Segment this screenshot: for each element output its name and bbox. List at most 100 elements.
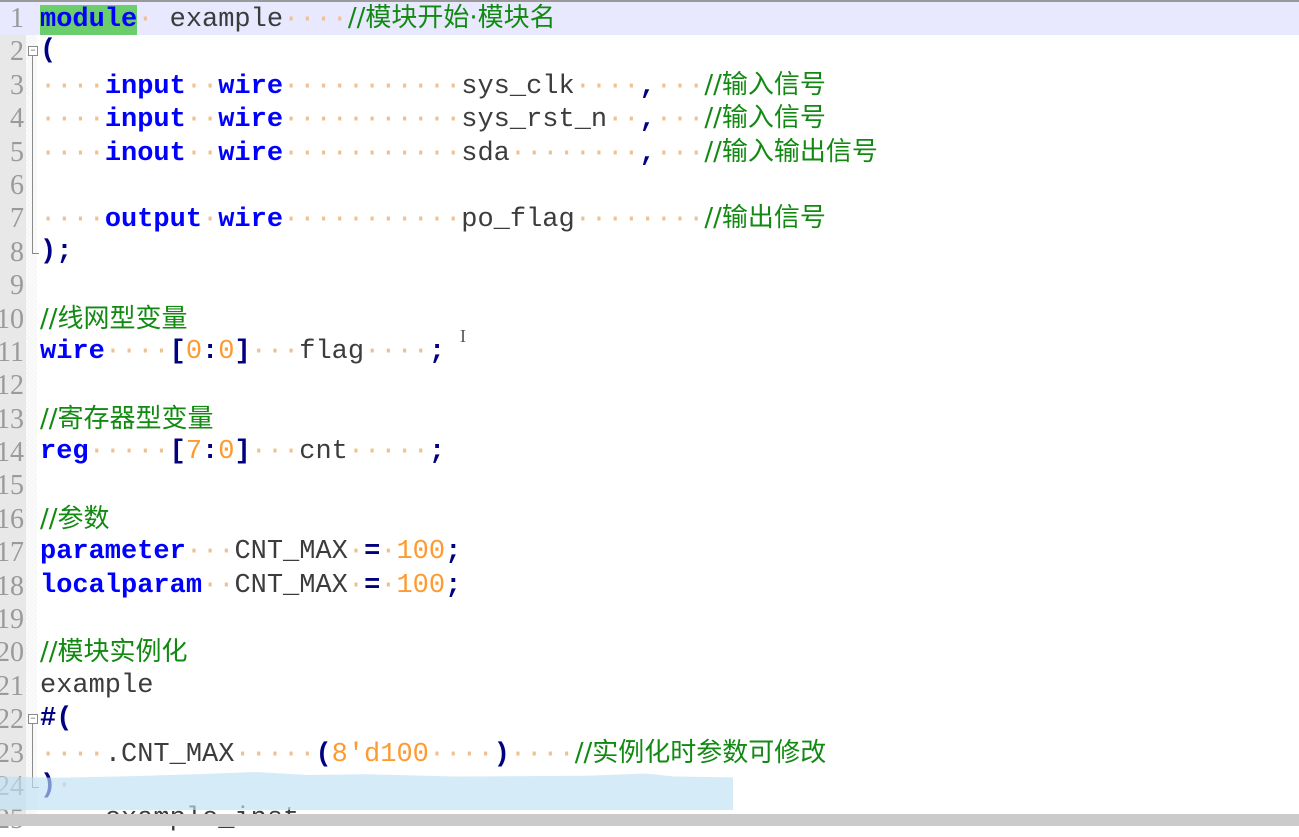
line-number: 14 [0, 437, 24, 469]
code-line[interactable]: 5 ····inout··wire···········sda········,·… [0, 135, 1299, 169]
code-line[interactable]: 9 [0, 269, 1299, 302]
line-number: 17 [0, 537, 24, 569]
whitespace-marker: ···· [574, 71, 640, 102]
operator-token: ; [445, 570, 462, 601]
whitespace-marker: ··· [655, 138, 705, 169]
code-line[interactable]: 13 //寄存器型变量 [0, 403, 1299, 436]
code-line[interactable]: 8); [0, 235, 1299, 269]
code-line[interactable]: 14 reg·····[7:0]···cnt·····; [0, 436, 1299, 469]
keyword-token: output [104, 205, 203, 236]
identifier-token: CNT_MAX [234, 537, 348, 568]
operator-token: = [364, 570, 381, 601]
operator-token: ] [234, 336, 251, 367]
code-line[interactable]: 19 [0, 603, 1299, 636]
line-code: module· example····//模块开始·模块名 [40, 2, 556, 37]
fold-line [28, 68, 38, 103]
operator-token: [ [169, 336, 186, 367]
identifier-token: sys_clk [461, 71, 575, 102]
whitespace-marker: ···· [40, 205, 105, 236]
operator-token: : [202, 437, 219, 468]
comment-token: //模块开始·模块名 [347, 3, 556, 33]
keyword-token: input [104, 71, 186, 102]
line-number: 8 [10, 236, 24, 268]
fold-toggle-icon[interactable]: − [28, 35, 38, 76]
line-number: 12 [0, 370, 24, 402]
horizontal-scrollbar[interactable] [0, 814, 1299, 826]
fold-line [28, 102, 38, 136]
line-number: 19 [0, 604, 24, 636]
whitespace-marker: ·· [607, 105, 640, 136]
number-token: 100 [396, 570, 446, 601]
line-number: 5 [10, 136, 24, 168]
comment-token: //模块实例化 [40, 637, 188, 668]
whitespace-marker: ···· [104, 336, 170, 367]
line-code: wire····[0:0]···flag····; [40, 336, 445, 369]
operator-token: ); [40, 236, 73, 267]
code-line[interactable]: 2−( [0, 35, 1299, 76]
line-number: 13 [0, 403, 24, 435]
code-line[interactable]: 4 ····input··wire···········sys_rst_n··,·… [0, 102, 1299, 136]
code-line[interactable]: 11 wire····[0:0]···flag····; [0, 336, 1299, 369]
whitespace-marker: ···· [509, 739, 575, 770]
fold-end-marker [28, 235, 39, 269]
number-token: 7 [185, 437, 203, 468]
code-line[interactable]: 3 ····input··wire···········sys_clk····,·… [0, 68, 1299, 103]
code-line[interactable]: 16 //参数 [0, 503, 1299, 536]
whitespace-marker: ·· [185, 71, 219, 102]
keyword-token: wire [218, 105, 284, 136]
operator-token: [ [169, 437, 186, 468]
line-number: 4 [10, 103, 24, 135]
keyword-token: localparam [40, 570, 203, 601]
code-line[interactable]: 15 [0, 469, 1299, 502]
code-line[interactable]: 22− #( [0, 703, 1299, 744]
code-line[interactable]: 23 ····.CNT_MAX·····(8'd100····)····//实例化… [0, 736, 1299, 770]
code-line[interactable]: 12 [0, 369, 1299, 402]
keyword-token: wire [218, 71, 284, 102]
keyword-token: module [40, 5, 138, 35]
whitespace-marker: ··· [185, 537, 235, 568]
keyword-token: parameter [40, 537, 186, 568]
whitespace-marker: ··········· [283, 138, 462, 169]
code-line[interactable]: 18 localparam··CNT_MAX·=·100; [0, 570, 1299, 603]
operator-token: ; [445, 537, 462, 568]
line-number: 21 [0, 670, 24, 702]
keyword-token: inout [104, 138, 186, 169]
whitespace-marker: ········ [574, 205, 705, 236]
code-line[interactable]: 6 [0, 168, 1299, 203]
code-line[interactable]: 20 //模块实例化 [0, 636, 1299, 669]
line-number: 2 [10, 36, 24, 68]
line-code: ( [40, 35, 56, 68]
comment-token: //寄存器型变量 [40, 403, 214, 434]
fold-line [28, 202, 38, 236]
code-line[interactable]: 17 parameter···CNT_MAX·=·100; [0, 536, 1299, 569]
whitespace-marker: ··········· [283, 205, 462, 236]
code-line[interactable]: 10 //线网型变量 [0, 303, 1299, 336]
whitespace-marker: ····· [347, 437, 429, 468]
code-line[interactable]: 21 example [0, 670, 1299, 703]
keyword-token: wire [218, 205, 284, 236]
code-editor[interactable]: 1 module· example····//模块开始·模块名 2−(3 ····in… [0, 2, 1299, 837]
identifier-token: example [153, 5, 284, 35]
line-number: 9 [10, 270, 24, 302]
whitespace-marker: ···· [40, 71, 105, 102]
comment-token: //输入输出信号 [704, 136, 878, 167]
line-number: 10 [0, 303, 24, 335]
comment-token: //实例化时参数可修改 [574, 737, 827, 768]
number-token: 100 [396, 537, 446, 568]
identifier-token: example [40, 670, 154, 701]
line-code: //寄存器型变量 [40, 403, 214, 438]
comment-token: //输出信号 [704, 203, 826, 234]
selection-highlight-overlay [0, 772, 733, 810]
number-token: 0 [185, 336, 203, 367]
code-line[interactable]: 1 module· example····//模块开始·模块名 [0, 2, 1299, 37]
whitespace-marker: ·· [185, 138, 219, 169]
line-code: example [40, 670, 153, 703]
fold-toggle-icon[interactable]: − [28, 703, 38, 744]
line-code: #( [40, 703, 72, 736]
whitespace-marker: · [380, 537, 397, 568]
line-number: 20 [0, 637, 24, 669]
operator-token: ( [40, 36, 57, 67]
code-line[interactable]: 7 ····output·wire···········po_flag······… [0, 202, 1299, 236]
identifier-token: .CNT_MAX [104, 739, 235, 770]
line-number: 22 [0, 704, 24, 736]
